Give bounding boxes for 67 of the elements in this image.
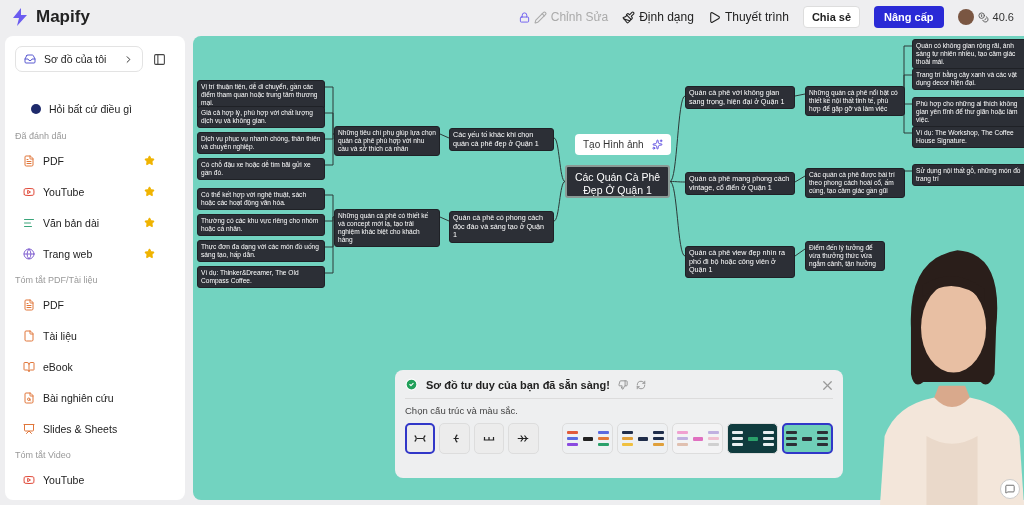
structure-option[interactable] — [405, 423, 436, 454]
video-play-icon — [23, 185, 35, 198]
ask-item[interactable]: Hỏi bất cứ điều gì — [15, 103, 185, 115]
avatar[interactable] — [957, 9, 974, 25]
book-icon — [23, 360, 35, 373]
section-title: Tóm tắt PDF/Tài liệu — [15, 274, 99, 287]
lock-icon — [518, 11, 530, 23]
sidebar-item[interactable]: Trang web — [15, 238, 155, 269]
my-maps-button[interactable]: Sơ đồ của tôi — [15, 46, 143, 72]
check-icon — [405, 378, 418, 391]
structure-icon — [517, 434, 530, 443]
sidebar-item[interactable]: Tài liệu — [15, 320, 155, 351]
connector-line — [439, 216, 450, 222]
pdf-file-icon — [23, 298, 35, 311]
theme-preview-drawing — [730, 428, 775, 449]
video-play-icon — [23, 473, 35, 486]
inbox-icon — [24, 53, 36, 65]
brush-icon — [622, 10, 636, 24]
credits-count: 40.6 — [992, 11, 1014, 23]
app-name: Mapify — [36, 7, 90, 27]
theme-preview-drawing — [620, 428, 665, 449]
sidebar-item[interactable]: YouTube — [15, 464, 155, 495]
text-lines-icon — [23, 216, 35, 229]
coins-icon — [977, 11, 989, 23]
sidebar-item[interactable]: PDF — [15, 145, 155, 176]
sidebar-item[interactable]: YouTube — [15, 176, 155, 207]
sidebar-item[interactable]: eBook — [15, 351, 155, 382]
share-button[interactable]: Chia sẻ — [802, 6, 861, 28]
create-image-tooltip[interactable]: Tạo Hình ảnh — [575, 134, 671, 155]
close-button[interactable] — [820, 378, 835, 393]
connector-line — [439, 133, 450, 139]
connector-line — [553, 181, 566, 222]
upgrade-button[interactable]: Nâng cấp — [874, 6, 944, 28]
connector-line — [553, 137, 566, 182]
sidebar-item[interactable]: Văn bản dài — [15, 207, 155, 238]
structure-icon — [483, 434, 495, 443]
sidebar-item[interactable]: PDF — [15, 289, 155, 320]
logo-icon — [10, 7, 30, 27]
theme-preview-drawing — [565, 428, 610, 449]
paper-icon — [23, 391, 35, 404]
sidebar-item[interactable]: Slides & Sheets — [15, 413, 155, 444]
panel-title: Sơ đồ tư duy của bạn đã sẵn sàng! — [426, 378, 610, 391]
sparkle-icon — [651, 139, 663, 150]
structure-icon — [414, 434, 427, 443]
connector-line — [794, 248, 806, 257]
sidebar-toggle-icon[interactable] — [153, 52, 166, 66]
theme-preview-drawing — [675, 428, 720, 449]
document-icon — [23, 329, 35, 342]
play-icon — [707, 10, 721, 24]
section-title: Tóm tắt Video — [15, 449, 72, 462]
section-title: Đã đánh dấu — [15, 130, 68, 143]
toolbar-button[interactable]: Định dạng — [622, 10, 694, 24]
slides-icon — [23, 422, 35, 435]
pdf-file-icon — [23, 154, 35, 167]
globe-icon — [23, 247, 35, 260]
pencil-icon — [533, 10, 547, 24]
assistant-dot-icon — [31, 104, 41, 114]
chat-icon — [1005, 484, 1015, 494]
toolbar-button[interactable]: Thuyết trình — [707, 10, 789, 24]
thumbs-down-icon[interactable] — [617, 379, 628, 390]
connector-line — [794, 175, 806, 183]
panel-prompt: Chọn cấu trúc và màu sắc. — [405, 405, 519, 416]
central-topic[interactable]: Các Quán Cà Phê Đẹp Ở Quận 1 — [565, 165, 670, 198]
connector-line — [794, 93, 806, 97]
sidebar-item[interactable]: Bài nghiên cứu — [15, 382, 155, 413]
theme-preview-drawing — [785, 428, 830, 449]
theme-option[interactable] — [782, 423, 833, 454]
